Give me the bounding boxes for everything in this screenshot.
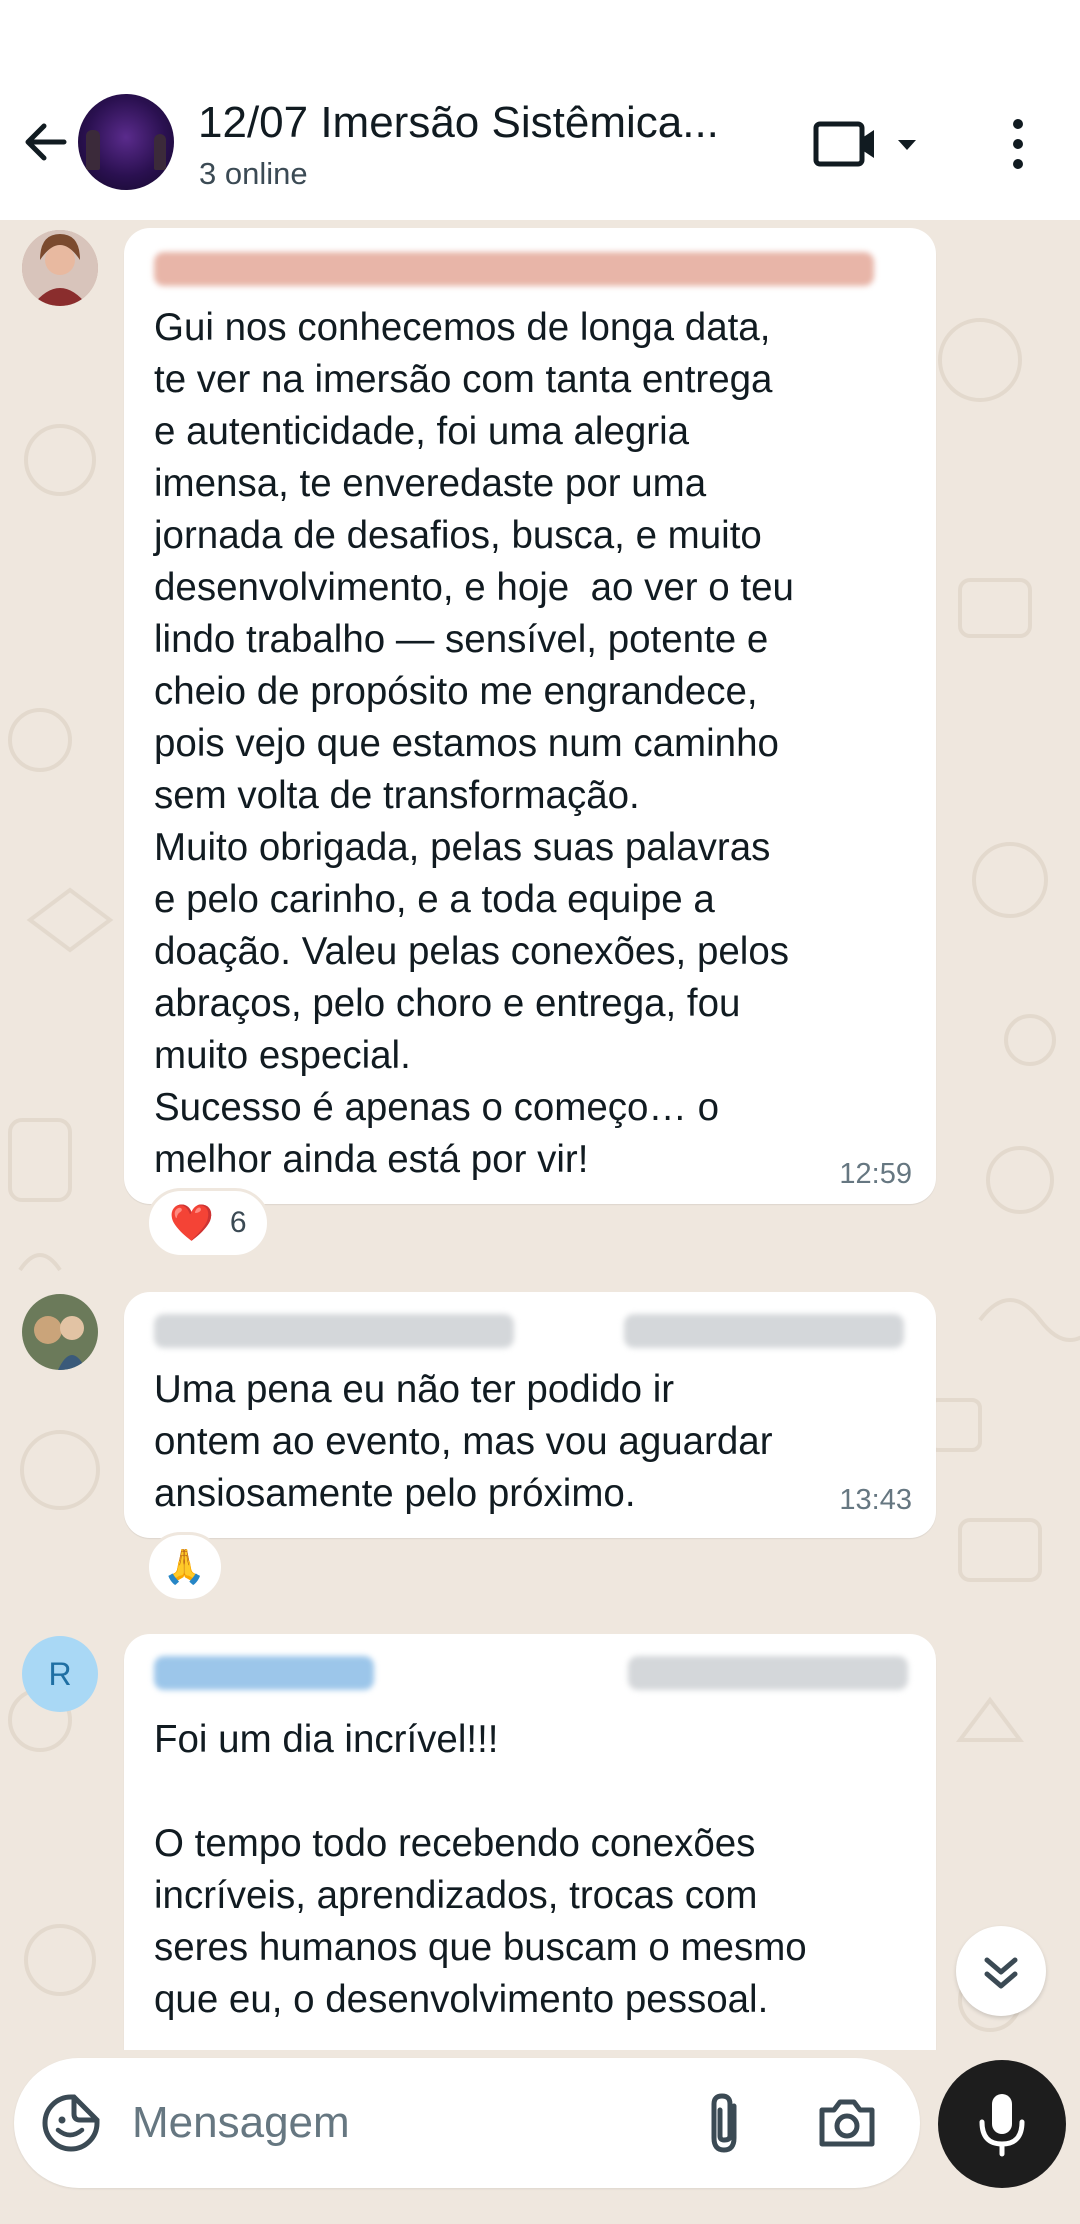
message-time: 12:59	[839, 1158, 912, 1190]
status-bar	[0, 0, 1080, 70]
microphone-button[interactable]	[938, 2060, 1066, 2188]
message-text: Gui nos conhecemos de longa data, te ver…	[154, 306, 794, 1181]
sender-name-blurred	[154, 1314, 514, 1348]
sender-phone-blurred	[624, 1314, 904, 1348]
heart-icon: ❤️	[169, 1202, 214, 1243]
vertical-ellipsis-icon[interactable]	[1000, 114, 1036, 174]
message-text: Uma pena eu não ter podido ir ontem ao e…	[154, 1368, 773, 1515]
message-text: Foi um dia incrível!!! O tempo todo rece…	[154, 1718, 807, 2021]
paperclip-icon[interactable]	[694, 2088, 758, 2158]
avatar-figure	[86, 130, 100, 170]
scroll-to-bottom-button[interactable]	[956, 1926, 1046, 2016]
sender-name-blurred	[154, 1656, 374, 1690]
online-status: 3 online	[199, 156, 308, 191]
video-call-icon[interactable]	[812, 118, 922, 170]
group-title[interactable]: 12/07 Imersão Sistêmica...	[198, 98, 719, 148]
caret-down-icon	[898, 140, 916, 150]
microphone-icon	[979, 2094, 1025, 2157]
message-bubble[interactable]: Foi um dia incrível!!! O tempo todo rece…	[124, 1634, 936, 2050]
chat-area[interactable]: Gui nos conhecemos de longa data, te ver…	[0, 220, 1080, 2050]
reaction-count: 6	[229, 1206, 247, 1239]
avatar-figure	[154, 134, 166, 170]
chat-header: 12/07 Imersão Sistêmica... 3 online	[0, 70, 1080, 220]
nav-bar	[0, 2200, 1080, 2224]
message-bubble[interactable]: Uma pena eu não ter podido ir ontem ao e…	[124, 1292, 936, 1538]
camera-icon[interactable]	[814, 2090, 880, 2156]
reaction-badge[interactable]: 🙏	[146, 1532, 224, 1602]
avatar-letter: R	[48, 1655, 72, 1692]
sender-avatar[interactable]	[22, 230, 98, 306]
message-bubble[interactable]: Gui nos conhecemos de longa data, te ver…	[124, 228, 936, 1204]
arrow-left-icon[interactable]	[18, 114, 74, 170]
reaction-badge[interactable]: ❤️ 6	[146, 1188, 270, 1258]
message-input[interactable]	[132, 2086, 652, 2160]
sender-name-blurred	[154, 252, 874, 286]
message-composer	[14, 2058, 920, 2188]
group-avatar[interactable]	[78, 94, 174, 190]
sender-avatar[interactable]	[22, 1294, 98, 1370]
message-time: 13:43	[839, 1484, 912, 1516]
sender-avatar[interactable]: R	[22, 1636, 98, 1712]
folded-hands-icon: 🙏	[163, 1548, 206, 1586]
sender-phone-blurred	[628, 1656, 908, 1690]
double-chevron-down-icon	[984, 1957, 1018, 1989]
sticker-icon[interactable]	[40, 2092, 102, 2154]
